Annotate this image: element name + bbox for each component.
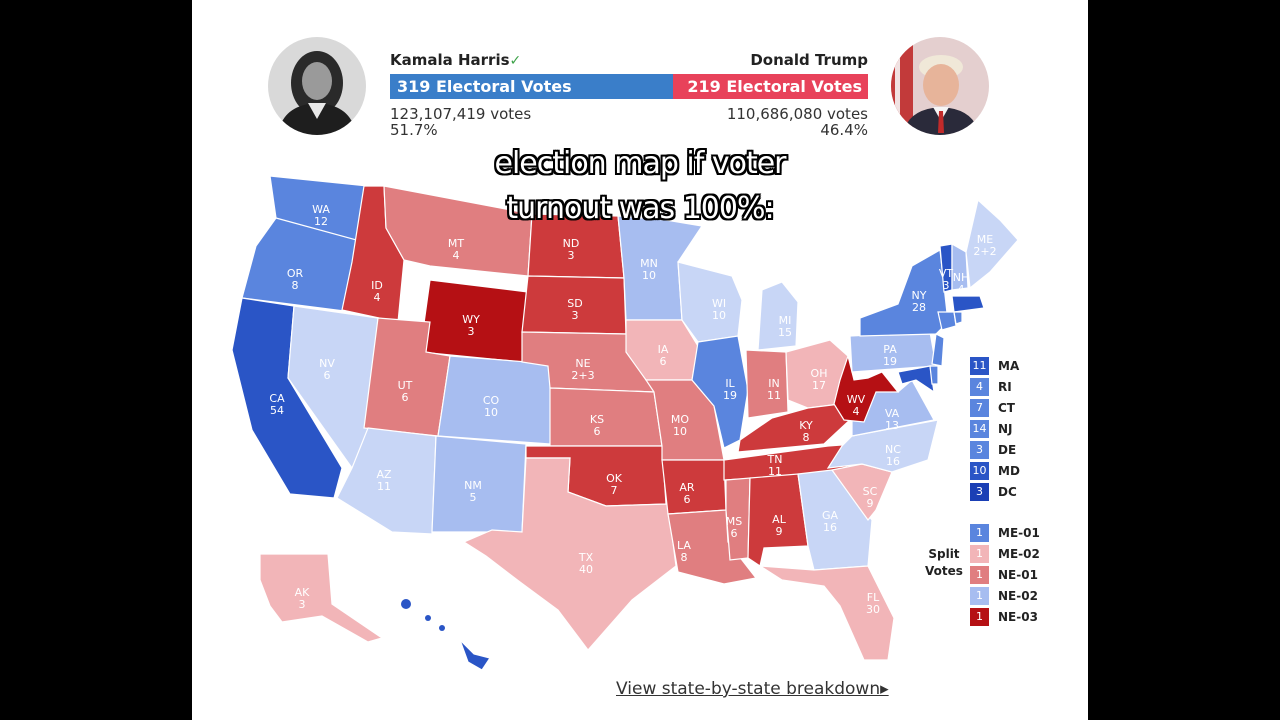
- small-state-name: DE: [998, 443, 1017, 457]
- state-ev-ga: 16: [823, 521, 837, 534]
- small-state-name: CT: [998, 401, 1015, 415]
- state-ny[interactable]: [859, 249, 949, 337]
- state-ev-co: 10: [484, 406, 498, 419]
- state-ev-wv: 4: [853, 405, 860, 418]
- split-votes-label: Split Votes: [925, 547, 963, 578]
- small-state-row-ct: 7 CT: [970, 399, 1015, 417]
- small-state-name: DC: [998, 485, 1017, 499]
- small-state-ev-box: 4: [970, 378, 989, 396]
- state-ev-me: 2+2: [973, 245, 996, 258]
- split-vote-ev-box: 1: [970, 524, 989, 542]
- small-state-ev-box: 11: [970, 357, 989, 375]
- state-ev-ut: 6: [402, 391, 409, 404]
- state-ev-in: 11: [767, 389, 781, 402]
- state-ev-nd: 3: [568, 249, 575, 262]
- split-vote-name: NE-02: [998, 589, 1038, 603]
- state-ev-ks: 6: [594, 425, 601, 438]
- small-state-row-nj: 14 NJ: [970, 420, 1013, 438]
- small-state-row-md: 10 MD: [970, 462, 1020, 480]
- state-ev-wi: 10: [712, 309, 726, 322]
- state-ev-ne: 2+3: [571, 369, 594, 382]
- state-ev-nc: 16: [886, 455, 900, 468]
- state-ev-ky: 8: [803, 431, 810, 444]
- split-vote-ev-box: 1: [970, 545, 989, 563]
- small-state-name: RI: [998, 380, 1012, 394]
- split-vote-ev-box: 1: [970, 566, 989, 584]
- state-ev-or: 8: [292, 279, 299, 292]
- small-state-row-ma: 11 MA: [970, 357, 1019, 375]
- hawaii-island-1: [425, 615, 431, 621]
- state-ev-mt: 4: [453, 249, 460, 262]
- state-ks[interactable]: [549, 387, 663, 447]
- small-state-name: NJ: [998, 422, 1013, 436]
- state-ev-ak: 3: [299, 598, 306, 611]
- state-nj[interactable]: [931, 333, 945, 367]
- us-electoral-map: WA12OR8CA54NV6ID4MT4WY3UT6AZ11CO10NM5ND3…: [231, 175, 1019, 671]
- small-state-name: MA: [998, 359, 1020, 373]
- state-ev-sd: 3: [572, 309, 579, 322]
- state-ev-wy: 3: [468, 325, 475, 338]
- small-state-ev-box: 7: [970, 399, 989, 417]
- state-ev-ok: 7: [611, 484, 618, 497]
- state-ev-hi: 4: [439, 647, 446, 660]
- state-ev-pa: 19: [883, 355, 897, 368]
- state-ev-il: 19: [723, 389, 737, 402]
- state-in[interactable]: [745, 349, 789, 419]
- state-ev-tn: 11: [768, 465, 782, 478]
- state-ev-fl: 30: [866, 603, 880, 616]
- state-ev-az: 11: [377, 480, 391, 493]
- state-ev-mo: 10: [673, 425, 687, 438]
- state-ev-ny: 28: [912, 301, 926, 314]
- hawaii-island-0: [401, 599, 411, 609]
- caption-line-2: turnout was 100%:: [506, 191, 774, 226]
- small-state-ev-box: 10: [970, 462, 989, 480]
- split-vote-name: NE-01: [998, 568, 1038, 582]
- state-ev-nv: 6: [324, 369, 331, 382]
- state-ev-id: 4: [374, 291, 381, 304]
- small-state-row-ri: 4 RI: [970, 378, 1012, 396]
- small-state-name: MD: [998, 464, 1020, 478]
- state-ev-nm: 5: [470, 491, 477, 504]
- state-ev-va: 13: [885, 419, 899, 432]
- state-ev-la: 8: [681, 551, 688, 564]
- state-ev-mi: 15: [778, 326, 792, 339]
- caption-line-1: election map if voter: [494, 146, 786, 181]
- split-vote-name: ME-02: [998, 547, 1040, 561]
- state-ev-vt: 3: [943, 279, 950, 292]
- split-vote-row-ne-01: 1 NE-01: [970, 566, 1038, 584]
- state-ri[interactable]: [953, 311, 963, 325]
- small-state-ev-box: 3: [970, 441, 989, 459]
- state-breakdown-link[interactable]: View state-by-state breakdown▸: [616, 679, 889, 699]
- split-vote-ev-box: 1: [970, 587, 989, 605]
- state-ev-ms: 6: [731, 527, 738, 540]
- state-ev-sc: 9: [867, 497, 874, 510]
- small-state-row-de: 3 DE: [970, 441, 1016, 459]
- state-de[interactable]: [929, 365, 939, 385]
- state-ev-al: 9: [776, 525, 783, 538]
- state-ev-mn: 10: [642, 269, 656, 282]
- split-vote-row-ne-02: 1 NE-02: [970, 587, 1038, 605]
- state-ev-ar: 6: [684, 493, 691, 506]
- small-state-row-dc: 3 DC: [970, 483, 1017, 501]
- state-ev-ia: 6: [660, 355, 667, 368]
- split-vote-ev-box: 1: [970, 608, 989, 626]
- small-state-ev-box: 3: [970, 483, 989, 501]
- small-state-ev-box: 14: [970, 420, 989, 438]
- split-vote-name: ME-01: [998, 526, 1040, 540]
- state-ev-ca: 54: [270, 404, 284, 417]
- state-ev-tx: 40: [579, 563, 593, 576]
- state-ev-nh: 4: [958, 283, 965, 296]
- split-vote-row-ne-03: 1 NE-03: [970, 608, 1038, 626]
- state-ma[interactable]: [951, 295, 985, 313]
- state-hi[interactable]: [459, 639, 491, 671]
- state-ak[interactable]: [259, 553, 384, 643]
- state-ev-oh: 17: [812, 379, 826, 392]
- election-results-card: Kamala Harris✓ Donald Trump 319 Electora…: [192, 0, 1088, 720]
- hawaii-island-2: [439, 625, 445, 631]
- split-vote-row-me-01: 1 ME-01: [970, 524, 1040, 542]
- split-vote-row-me-02: 1 ME-02: [970, 545, 1040, 563]
- split-vote-name: NE-03: [998, 610, 1038, 624]
